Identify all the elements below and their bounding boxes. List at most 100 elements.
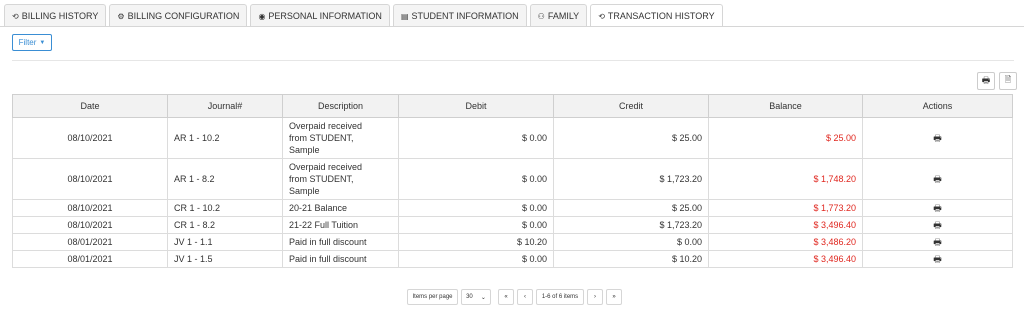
tab-label: TRANSACTION HISTORY [607,11,715,21]
users-icon: ⚇ [537,11,545,21]
id-card-icon: ▤ [400,11,409,21]
column-header-credit[interactable]: Credit [553,94,709,118]
tab-divider [0,26,1024,27]
tab-billing-configuration[interactable]: ⚙ BILLING CONFIGURATION [109,4,248,27]
chevron-down-icon: ⌄ [480,294,486,301]
date-cell: 08/10/2021 [12,216,168,234]
date-cell: 08/10/2021 [12,199,168,217]
table-row: 08/01/2021 JV 1 - 1.5 Paid in full discoun… [12,250,1013,268]
column-header-balance[interactable]: Balance [708,94,863,118]
export-button[interactable]: 🗎 [999,72,1017,90]
next-page-button[interactable]: › [587,289,603,305]
export-file-icon: 🗎 [1004,75,1012,84]
credit-cell: $ 1,723.20 [553,158,709,200]
print-icon[interactable]: 🖶 [933,132,942,144]
column-header-journal[interactable]: Journal# [167,94,283,118]
debit-cell: $ 0.00 [398,199,554,217]
actions-cell: 🖶 [862,233,1013,251]
description-line: Paid in full discount [289,237,367,247]
history-icon: ⟲ [598,11,605,21]
balance-cell: $ 3,496.40 [708,216,863,234]
description-cell: Paid in full discount [282,233,399,251]
section-divider [12,60,1014,61]
debit-cell: $ 0.00 [398,117,554,159]
items-per-page-value: 30 [466,294,473,300]
table-row: 08/01/2021 JV 1 - 1.1 Paid in full discoun… [12,233,1013,251]
date-cell: 08/01/2021 [12,250,168,268]
description-line: 20-21 Balance [289,203,348,213]
credit-cell: $ 1,723.20 [553,216,709,234]
print-button[interactable]: 🖶 [977,72,995,90]
first-page-button[interactable]: « [498,289,514,305]
print-icon[interactable]: 🖶 [933,173,942,185]
print-icon[interactable]: 🖶 [933,236,942,248]
date-cell: 08/10/2021 [12,158,168,200]
journal-cell: CR 1 - 10.2 [167,199,283,217]
history-icon: ⟲ [12,11,19,21]
date-cell: 08/01/2021 [12,233,168,251]
journal-cell: JV 1 - 1.1 [167,233,283,251]
print-icon: 🖶 [981,75,991,85]
tab-family[interactable]: ⚇ FAMILY [529,4,588,27]
credit-cell: $ 10.20 [553,250,709,268]
tab-label: PERSONAL INFORMATION [268,11,382,21]
actions-cell: 🖶 [862,117,1013,159]
journal-cell: AR 1 - 8.2 [167,158,283,200]
table-row: 08/10/2021 AR 1 - 10.2 Overpaid received fr… [12,117,1013,159]
tab-transaction-history[interactable]: ⟲ TRANSACTION HISTORY [590,4,723,27]
table-header-row: Date Journal# Description Debit Credit Balanc… [12,94,1013,118]
debit-cell: $ 0.00 [398,158,554,200]
journal-cell: AR 1 - 10.2 [167,117,283,159]
description-cell: Overpaid received from STUDENT, Sample [282,117,399,159]
credit-cell: $ 0.00 [553,233,709,251]
tab-bar: ⟲ BILLING HISTORY ⚙ BILLING CONFIGURATION ◉ P… [4,4,726,27]
table-row: 08/10/2021 AR 1 - 8.2 Overpaid received fro… [12,158,1013,200]
debit-cell: $ 10.20 [398,233,554,251]
actions-cell: 🖶 [862,250,1013,268]
description-cell: Paid in full discount [282,250,399,268]
balance-cell: $ 3,486.20 [708,233,863,251]
tab-label: STUDENT INFORMATION [411,11,519,21]
tab-label: FAMILY [547,11,580,21]
print-icon[interactable]: 🖶 [933,202,942,214]
actions-cell: 🖶 [862,158,1013,200]
credit-cell: $ 25.00 [553,199,709,217]
description-line: Overpaid received [289,162,363,172]
items-per-page-select[interactable]: 30 ⌄ [461,289,491,305]
credit-cell: $ 25.00 [553,117,709,159]
column-header-actions[interactable]: Actions [862,94,1013,118]
balance-cell: $ 25.00 [708,117,863,159]
items-per-page-label: Items per page [407,289,458,305]
page-range-label: 1-6 of 6 items [536,289,584,305]
description-line: 21-22 Full Tuition [289,220,359,230]
filter-button[interactable]: Filter ▼ [12,34,52,51]
description-cell: Overpaid received from STUDENT, Sample [282,158,399,200]
description-line: Overpaid received [289,121,363,131]
print-icon[interactable]: 🖶 [933,219,942,231]
date-cell: 08/10/2021 [12,117,168,159]
column-header-debit[interactable]: Debit [398,94,554,118]
prev-page-button[interactable]: ‹ [517,289,533,305]
tab-student-information[interactable]: ▤ STUDENT INFORMATION [392,4,527,27]
column-header-description[interactable]: Description [282,94,399,118]
column-header-date[interactable]: Date [12,94,168,118]
transaction-table: Date Journal# Description Debit Credit Balanc… [12,94,1013,268]
pagination: Items per page 30 ⌄ « ‹ 1-6 of 6 items ›… [407,289,625,305]
journal-cell: CR 1 - 8.2 [167,216,283,234]
debit-cell: $ 0.00 [398,216,554,234]
tab-label: BILLING CONFIGURATION [127,11,240,21]
table-row: 08/10/2021 CR 1 - 10.2 20-21 Balance $ 0.00… [12,199,1013,217]
description-line: from STUDENT, [289,174,354,184]
filter-label: Filter [18,38,37,47]
journal-cell: JV 1 - 1.5 [167,250,283,268]
description-cell: 20-21 Balance [282,199,399,217]
tab-billing-history[interactable]: ⟲ BILLING HISTORY [4,4,107,27]
last-page-button[interactable]: » [606,289,622,305]
print-icon[interactable]: 🖶 [933,253,942,265]
description-line: Paid in full discount [289,254,367,264]
balance-cell: $ 1,773.20 [708,199,863,217]
user-circle-icon: ◉ [258,11,266,21]
balance-cell: $ 1,748.20 [708,158,863,200]
description-line: Sample [289,186,320,196]
tab-personal-information[interactable]: ◉ PERSONAL INFORMATION [250,4,390,27]
